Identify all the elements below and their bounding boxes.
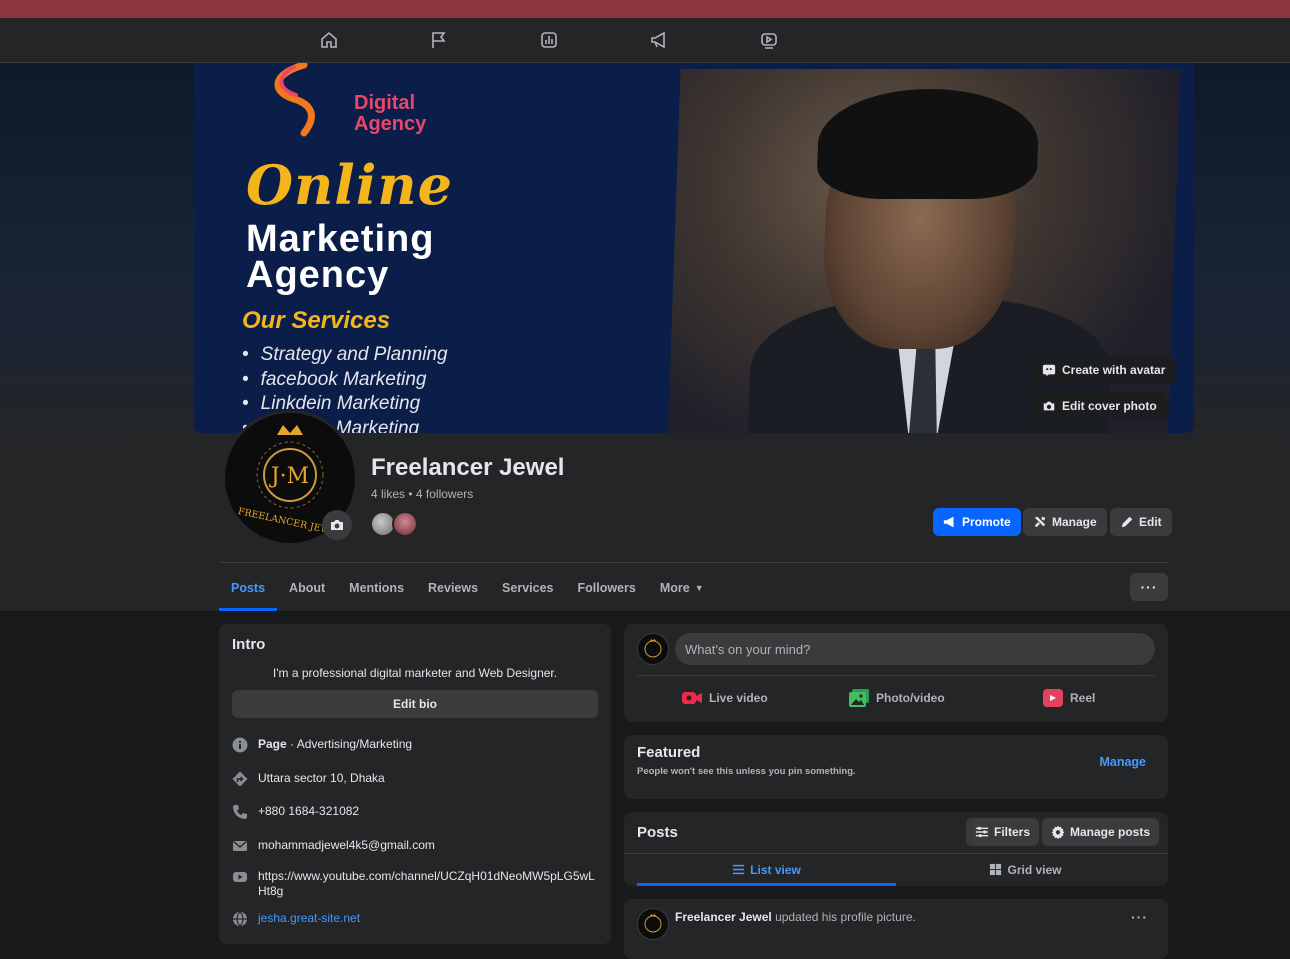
cover-brand: Digital Agency bbox=[354, 92, 427, 135]
video-icon[interactable] bbox=[758, 29, 780, 51]
follower-avatars[interactable] bbox=[370, 511, 420, 537]
intro-address: Uttara sector 10, Dhaka bbox=[232, 771, 603, 787]
manage-posts-button[interactable]: Manage posts bbox=[1042, 818, 1160, 846]
live-video-icon bbox=[682, 689, 702, 707]
cover-headline: Online bbox=[246, 153, 453, 217]
cover-services-title: Our Services bbox=[242, 307, 391, 334]
featured-card: Featured People won't see this unless yo… bbox=[624, 735, 1168, 799]
intro-email[interactable]: mohammadjewel4k5@gmail.com bbox=[232, 838, 603, 854]
featured-title: Featured bbox=[637, 744, 701, 761]
photo-icon bbox=[849, 689, 869, 707]
promote-button[interactable]: Promote bbox=[933, 508, 1021, 536]
top-navbar bbox=[0, 18, 1290, 63]
tab-services[interactable]: Services bbox=[490, 565, 565, 611]
intro-youtube[interactable]: https://www.youtube.com/channel/UCZqH01d… bbox=[232, 869, 603, 899]
composer-divider bbox=[637, 675, 1155, 676]
composer-input[interactable]: What's on your mind? bbox=[675, 633, 1155, 665]
tab-more[interactable]: More ▼ bbox=[648, 565, 716, 611]
featured-subtitle: People won't see this unless you pin som… bbox=[637, 766, 856, 777]
cover-service-item: facebook Marketing bbox=[242, 368, 448, 393]
cover-subheadline: Marketing Agency bbox=[246, 218, 435, 296]
manage-button[interactable]: Manage bbox=[1023, 508, 1107, 536]
intro-bio: I'm a professional digital marketer and … bbox=[272, 666, 558, 680]
feed-post-header: Freelancer Jewel updated his profile pic… bbox=[675, 910, 916, 924]
page-stats[interactable]: 4 likes • 4 followers bbox=[371, 487, 473, 501]
composer-card: What's on your mind? Live video Photo/vi… bbox=[624, 624, 1168, 722]
intro-website[interactable]: jesha.great-site.net bbox=[232, 911, 603, 927]
avatar[interactable] bbox=[637, 908, 669, 940]
avatar[interactable] bbox=[392, 511, 418, 537]
tab-list-view[interactable]: List view bbox=[637, 854, 896, 886]
avatar[interactable] bbox=[637, 633, 669, 665]
cover-service-item: Strategy and Planning bbox=[242, 343, 448, 368]
tab-grid-view[interactable]: Grid view bbox=[896, 854, 1155, 885]
filters-button[interactable]: Filters bbox=[966, 818, 1040, 846]
list-icon bbox=[733, 864, 745, 875]
caret-down-icon: ▼ bbox=[694, 583, 704, 593]
flag-icon[interactable] bbox=[428, 29, 450, 51]
tools-icon bbox=[1034, 516, 1046, 528]
avatar-icon bbox=[1042, 364, 1056, 377]
profile-tabs: Posts About Mentions Reviews Services Fo… bbox=[219, 565, 716, 611]
update-profile-picture-button[interactable] bbox=[322, 510, 352, 540]
edit-button[interactable]: Edit bbox=[1110, 508, 1172, 536]
filters-icon bbox=[975, 826, 989, 838]
insights-icon[interactable] bbox=[538, 29, 560, 51]
live-video-button[interactable]: Live video bbox=[682, 686, 768, 710]
create-with-avatar-button[interactable]: Create with avatar bbox=[1032, 356, 1176, 384]
youtube-icon bbox=[233, 872, 247, 882]
header-divider bbox=[219, 562, 1168, 563]
browser-top-strip bbox=[0, 0, 1290, 18]
gear-icon bbox=[1051, 825, 1065, 839]
tab-reviews[interactable]: Reviews bbox=[416, 565, 490, 611]
megaphone-icon[interactable] bbox=[648, 29, 670, 51]
tab-posts[interactable]: Posts bbox=[219, 565, 278, 611]
camera-icon bbox=[1043, 401, 1055, 411]
home-icon[interactable] bbox=[318, 29, 340, 51]
more-options-button[interactable]: ··· bbox=[1130, 573, 1168, 601]
posts-title: Posts bbox=[637, 824, 678, 841]
featured-manage-link[interactable]: Manage bbox=[1099, 755, 1146, 769]
envelope-icon bbox=[233, 840, 247, 851]
edit-bio-button[interactable]: Edit bio bbox=[232, 690, 598, 718]
grid-icon bbox=[990, 863, 1002, 876]
tab-followers[interactable]: Followers bbox=[565, 565, 647, 611]
intro-category: Page · Advertising/Marketing bbox=[232, 737, 603, 753]
reel-button[interactable]: Reel bbox=[1043, 686, 1095, 710]
intro-card: Intro I'm a professional digital markete… bbox=[219, 624, 611, 944]
intro-phone: +880 1684-321082 bbox=[232, 804, 603, 820]
megaphone-icon bbox=[943, 516, 954, 528]
page-title: Freelancer Jewel bbox=[371, 454, 565, 481]
agency-logo-icon bbox=[274, 63, 315, 137]
globe-icon bbox=[233, 911, 247, 927]
posts-card: Posts Filters Manage posts List view Gri… bbox=[624, 812, 1168, 886]
info-icon bbox=[232, 737, 248, 753]
directions-icon bbox=[232, 771, 248, 787]
photo-video-button[interactable]: Photo/video bbox=[849, 686, 945, 710]
camera-icon bbox=[331, 520, 343, 530]
tab-mentions[interactable]: Mentions bbox=[337, 565, 416, 611]
reel-icon bbox=[1043, 689, 1063, 707]
feed-post: Freelancer Jewel updated his profile pic… bbox=[624, 899, 1168, 959]
pencil-icon bbox=[1121, 516, 1133, 528]
tab-about[interactable]: About bbox=[277, 565, 337, 611]
edit-cover-photo-button[interactable]: Edit cover photo bbox=[1032, 392, 1167, 420]
phone-icon bbox=[233, 805, 247, 819]
intro-title: Intro bbox=[232, 636, 266, 653]
svg-text:J·M: J·M bbox=[269, 464, 309, 489]
